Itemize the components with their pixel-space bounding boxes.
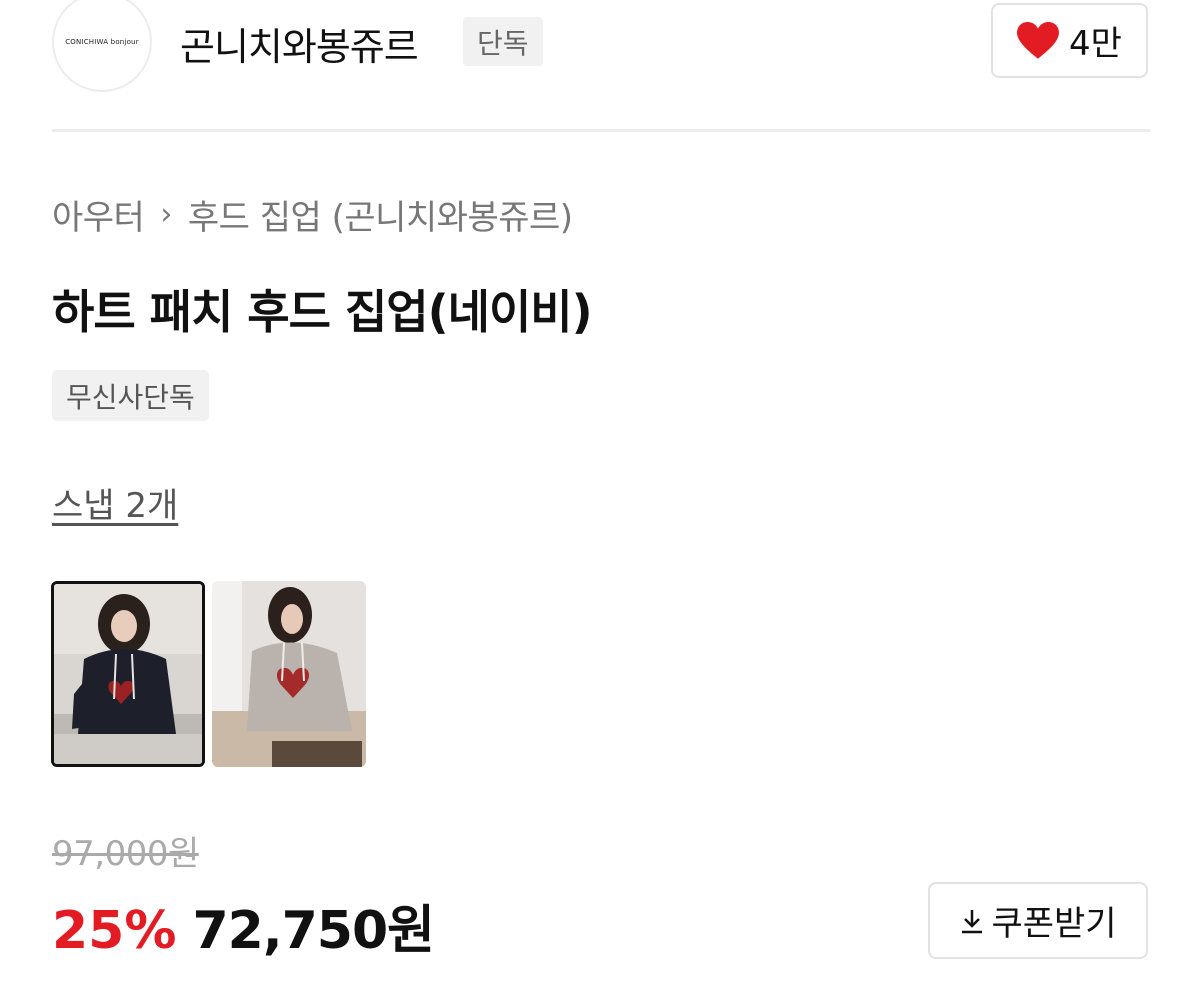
exclusive-tag: 무신사단독 <box>52 370 209 421</box>
brand-exclusive-badge: 단독 <box>463 17 543 66</box>
breadcrumb-category[interactable]: 아우터 <box>52 190 145 239</box>
snap-photo-gray <box>212 581 366 767</box>
product-page: CONICHIWA bonjour 곤니치와봉쥬르 단독 4만 아우터 › 후드… <box>0 0 1200 992</box>
original-price: 97,000원 <box>52 834 199 874</box>
discount-rate: 25% <box>52 901 177 961</box>
header-divider <box>52 129 1150 132</box>
breadcrumb-subcategory[interactable]: 후드 집업 (곤니치와봉쥬르) <box>188 190 573 239</box>
like-button[interactable]: 4만 <box>991 3 1148 78</box>
breadcrumb: 아우터 › 후드 집업 (곤니치와봉쥬르) <box>52 190 573 239</box>
coupon-label: 쿠폰받기 <box>991 904 1117 944</box>
chevron-right-icon: › <box>160 197 172 232</box>
download-icon <box>962 909 983 933</box>
brand-logo-text: CONICHIWA bonjour <box>65 38 139 46</box>
snap-thumbnail-1[interactable] <box>51 581 205 767</box>
like-count: 4만 <box>1069 24 1122 64</box>
coupon-button[interactable]: 쿠폰받기 <box>928 882 1148 959</box>
snap-link[interactable]: 스냅 2개 <box>52 478 178 527</box>
brand-name[interactable]: 곤니치와봉쥬르 <box>180 16 419 71</box>
product-title: 하트 패치 후드 집업(네이비) <box>52 285 593 339</box>
sale-price: 72,750원 <box>192 901 435 961</box>
snap-thumbnail-2[interactable] <box>212 581 366 767</box>
heart-icon <box>1017 21 1059 59</box>
brand-logo[interactable]: CONICHIWA bonjour <box>52 0 152 92</box>
snap-photo-navy <box>54 584 202 764</box>
price-row: 25% 72,750원 <box>52 888 435 963</box>
